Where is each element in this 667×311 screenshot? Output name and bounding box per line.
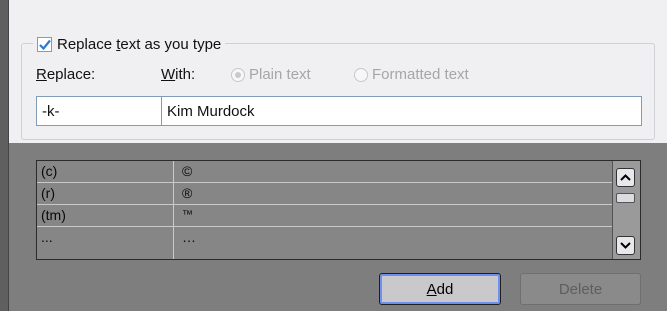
with-label: With: xyxy=(161,66,196,83)
table-scrollbar[interactable] xyxy=(612,161,640,259)
plain-text-radio-label: Plain text xyxy=(249,66,311,83)
scroll-down-button[interactable] xyxy=(616,236,635,255)
table-row[interactable]: (r) ® xyxy=(37,183,612,205)
checkmark-icon xyxy=(38,39,51,50)
with-cell: … xyxy=(182,229,196,245)
replace-input[interactable] xyxy=(36,96,162,126)
radio-selected-icon xyxy=(231,67,245,82)
replace-cell: ... xyxy=(41,229,53,245)
replace-text-checkbox-label: Replace text as you type xyxy=(57,35,222,53)
replace-text-checkbox[interactable] xyxy=(37,36,52,52)
table-row[interactable]: (c) © xyxy=(37,161,612,183)
delete-button[interactable]: Delete xyxy=(520,273,641,305)
replace-label: Replace: xyxy=(36,66,96,83)
with-cell: ® xyxy=(182,185,193,201)
replace-cell: (c) xyxy=(41,163,58,179)
plain-text-radio[interactable]: Plain text xyxy=(231,66,311,83)
with-cell: ™ xyxy=(182,209,193,221)
table-row[interactable]: (tm) ™ xyxy=(37,205,612,227)
radio-empty-icon xyxy=(354,67,368,82)
replace-text-checkbox-row[interactable]: Replace text as you type xyxy=(33,33,226,55)
window-edge xyxy=(0,0,9,311)
formatted-text-radio[interactable]: Formatted text xyxy=(354,66,469,83)
chevron-down-icon xyxy=(620,242,631,249)
autocorrect-table[interactable]: (c) © (r) ® (tm) ™ ... … xyxy=(36,160,641,260)
chevron-up-icon xyxy=(620,174,631,181)
scroll-up-button[interactable] xyxy=(616,168,635,187)
formatted-text-radio-label: Formatted text xyxy=(372,66,469,83)
replace-cell: (tm) xyxy=(41,207,66,223)
replace-cell: (r) xyxy=(41,185,55,201)
scroll-thumb[interactable] xyxy=(616,193,635,203)
with-input[interactable] xyxy=(161,96,642,126)
with-cell: © xyxy=(182,163,193,179)
add-button[interactable]: Add xyxy=(379,273,501,305)
table-row[interactable]: ... … xyxy=(37,227,612,249)
